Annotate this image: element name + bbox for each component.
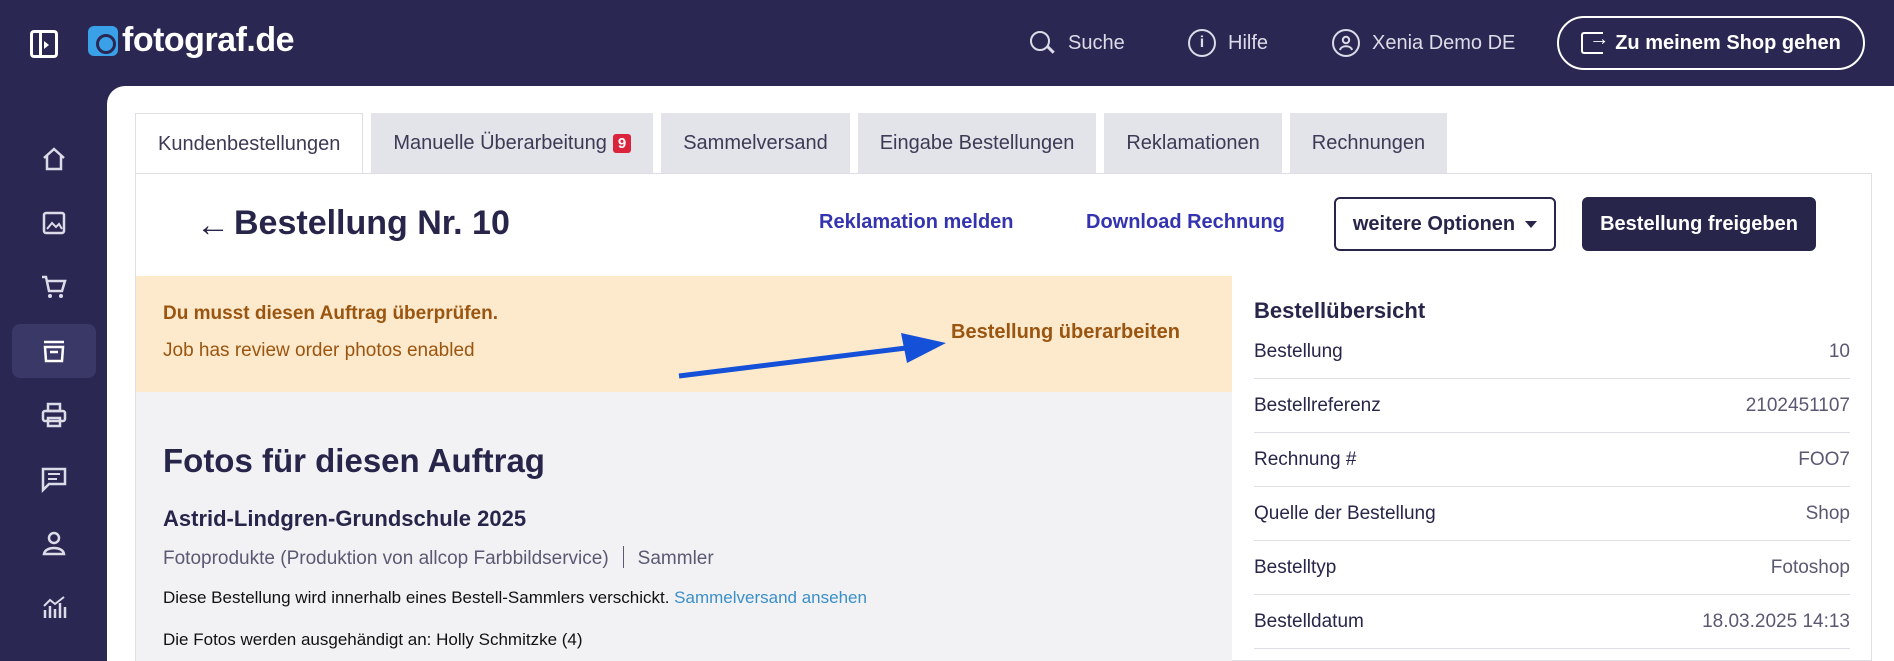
report-complaint-link[interactable]: Reklamation melden [819,211,1014,234]
order-tabs: Kundenbestellungen Manuelle Überarbeitun… [135,113,1448,174]
order-detail: ← Bestellung Nr. 10 Reklamation melden D… [135,173,1872,661]
user-menu[interactable]: Xenia Demo DE [1332,0,1515,86]
product-line: Fotoprodukte (Produktion von allcop Farb… [163,546,714,570]
annotation-arrow-icon [678,333,946,379]
rail-analytics[interactable] [12,580,96,634]
printer-icon [41,402,67,428]
info-icon: i [1188,29,1216,57]
summary-row: Bestelldatum 18.03.2025 14:13 [1254,595,1850,649]
cart-icon [42,275,67,298]
shipping-type: Sammler [637,548,714,569]
back-arrow-icon[interactable]: ← [196,206,230,245]
count-badge: 9 [612,133,632,153]
photos-section: Fotos für diesen Auftrag Astrid-Lindgren… [136,392,1232,661]
image-icon [42,211,66,235]
summary-row: Rechnung # FOO7 [1254,433,1850,487]
left-rail [0,86,107,661]
page-title: Bestellung Nr. 10 [234,204,510,242]
summary-value: Shop [1805,503,1850,524]
summary-row: Bestellung 10 [1254,325,1850,379]
handover-info: Die Fotos werden ausgehändigt an: Holly … [163,630,583,649]
home-icon [43,147,65,171]
tab-label: Eingabe Bestellungen [879,131,1075,154]
summary-key: Bestelltyp [1254,557,1337,578]
search-label: Suche [1068,31,1125,54]
summary-value: Fotoshop [1770,557,1850,578]
store-icon [43,340,65,363]
download-invoice-link[interactable]: Download Rechnung [1086,211,1285,234]
tab-manuelle-ueberarbeitung[interactable]: Manuelle Überarbeitung 9 [371,113,654,173]
user-icon [42,531,66,556]
view-collective-shipping-link[interactable]: Sammelversand ansehen [674,588,867,607]
user-name: Xenia Demo DE [1372,31,1516,54]
summary-key: Quelle der Bestellung [1254,503,1436,524]
tab-rechnungen[interactable]: Rechnungen [1289,113,1448,173]
summary-key: Bestellung [1254,341,1343,362]
tab-label: Manuelle Überarbeitung [393,131,607,154]
summary-value: 18.03.2025 14:13 [1702,611,1850,632]
logo-mark-icon [88,25,118,56]
rail-home[interactable] [12,132,96,186]
rail-messages[interactable] [12,452,96,506]
sidebar-toggle-icon[interactable] [30,30,58,58]
help-nav[interactable]: i Hilfe [1188,0,1268,86]
rail-orders[interactable] [12,324,96,378]
summary-row: Quelle der Bestellung Shop [1254,487,1850,541]
photos-title: Fotos für diesen Auftrag [163,442,545,479]
caret-down-icon [1525,220,1538,228]
tab-reklamationen[interactable]: Reklamationen [1104,113,1282,173]
edit-order-button[interactable]: Bestellung überarbeiten [951,321,1180,344]
tab-label: Kundenbestellungen [158,132,341,155]
tab-label: Rechnungen [1311,131,1426,154]
message-icon [41,467,67,494]
summary-row: Bestellreferenz 2102451107 [1254,379,1850,433]
tab-kundenbestellungen[interactable]: Kundenbestellungen [135,113,364,174]
tab-eingabe-bestellungen[interactable]: Eingabe Bestellungen [857,113,1097,173]
rail-customers[interactable] [12,516,96,570]
summary-key: Bestelldatum [1254,611,1364,632]
exit-icon [1581,28,1609,54]
logo-text: fotograf.de [122,21,295,59]
release-order-button[interactable]: Bestellung freigeben [1582,197,1816,251]
tab-label: Sammelversand [683,131,828,154]
summary-key: Bestellreferenz [1254,395,1381,416]
more-options-button[interactable]: weitere Optionen [1334,197,1556,251]
logo[interactable]: fotograf.de [88,21,295,60]
summary-title: Bestellübersicht [1254,298,1426,323]
summary-value: FOO7 [1798,449,1850,470]
help-label: Hilfe [1228,31,1269,54]
summary-value: 2102451107 [1745,395,1850,416]
alert-title: Du musst diesen Auftrag überprüfen. [163,303,498,324]
review-alert: Du musst diesen Auftrag überprüfen. Job … [136,276,1232,392]
collector-info: Diese Bestellung wird innerhalb eines Be… [163,588,867,608]
rail-print[interactable] [12,388,96,442]
summary-value: 10 [1828,341,1850,362]
summary-key: Rechnung # [1254,449,1357,470]
summary-row: Bestelltyp Fotoshop [1254,541,1850,595]
rail-cart[interactable] [12,260,96,314]
analytics-icon [43,596,67,618]
tab-label: Reklamationen [1126,131,1260,154]
tab-sammelversand[interactable]: Sammelversand [661,113,850,173]
search-icon [1028,29,1056,57]
collector-text: Diese Bestellung wird innerhalb eines Be… [163,588,670,607]
main-panel: Kundenbestellungen Manuelle Überarbeitun… [107,86,1894,661]
alert-text: Job has review order photos enabled [163,340,475,361]
top-bar: fotograf.de Suche i Hilfe Xenia Demo DE … [0,0,1894,86]
rail-images[interactable] [12,196,96,250]
search-nav[interactable]: Suche [1028,0,1125,86]
divider [622,546,624,568]
job-name: Astrid-Lindgren-Grundschule 2025 [163,506,527,531]
order-header: ← Bestellung Nr. 10 Reklamation melden D… [136,174,1873,276]
go-to-shop-button[interactable]: Zu meinem Shop gehen [1557,16,1865,70]
more-options-label: weitere Optionen [1352,212,1516,235]
user-avatar-icon [1332,29,1360,57]
go-to-shop-label: Zu meinem Shop gehen [1615,31,1841,54]
product-name: Fotoprodukte (Produktion von allcop Farb… [163,548,609,569]
